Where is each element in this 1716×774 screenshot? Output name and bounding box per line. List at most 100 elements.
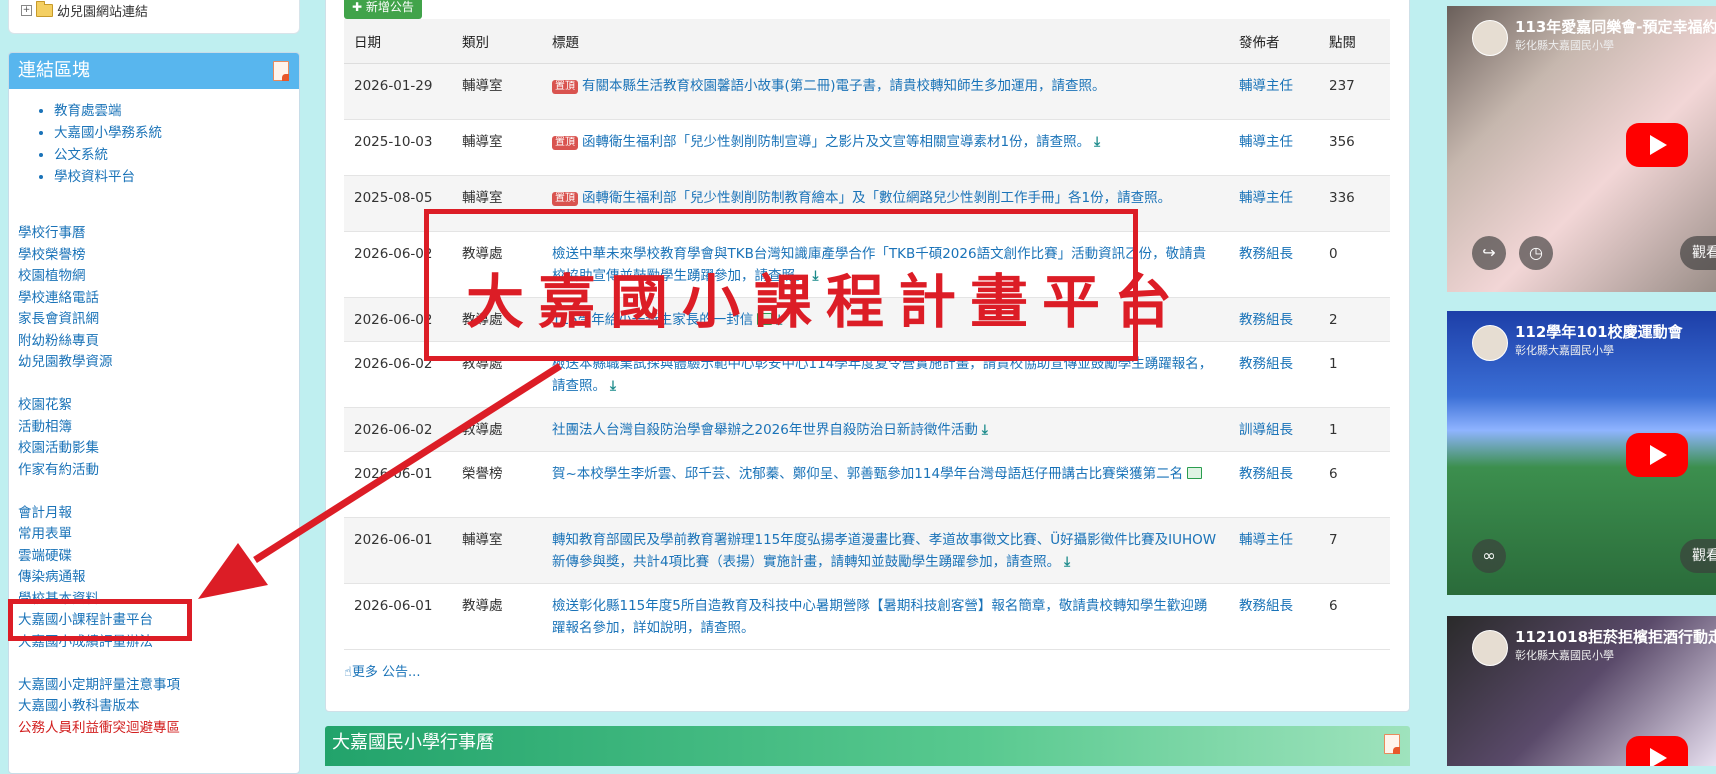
row-clicks: 336 xyxy=(1319,175,1390,232)
link-icon[interactable]: ∞ xyxy=(1472,539,1506,573)
row-title-link[interactable]: 檢送彰化縣115年度5所自造教育及科技中心暑期營隊【暑期科技創客營】報名簡章，敬… xyxy=(552,598,1207,636)
bullet-link[interactable]: 學校資料平台 xyxy=(54,166,162,188)
row-title-link[interactable]: 檢送本縣職業試探與體驗示範中心彰安中心114學年度夏令營實施計畫，請貴校協助宣傳… xyxy=(552,356,1212,394)
row-publisher[interactable]: 訓導組長 xyxy=(1239,422,1293,438)
row-title-link[interactable]: 轉知教育部國民及學前教育署辦理115年度弘揚孝道漫畫比賽、孝道故事徵文比賽、Ü好… xyxy=(552,532,1216,570)
row-publisher[interactable]: 教務組長 xyxy=(1239,356,1293,372)
link-honor-roll[interactable]: 學校榮譽榜 xyxy=(18,245,180,267)
row-publisher[interactable]: 教務組長 xyxy=(1239,598,1293,614)
row-title-link[interactable]: 社團法人台灣自殺防治學會舉辦之2026年世界自殺防治日新詩徵件活動 xyxy=(552,422,978,438)
row-publisher-cell: 教務組長 xyxy=(1229,451,1319,518)
download-icon[interactable]: ⤓ xyxy=(982,422,988,438)
watch-later-icon[interactable]: ◷ xyxy=(1519,236,1553,270)
row-title-cell: 置頂 有關本縣生活教育校園馨語小故事(第二冊)電子書，請貴校轉知師生多加運用，請查… xyxy=(542,63,1229,120)
download-icon[interactable]: ⤓ xyxy=(610,378,616,394)
channel-avatar[interactable] xyxy=(1472,325,1508,361)
channel-avatar[interactable] xyxy=(1472,20,1508,56)
kindergarten-tree-box: + 幼兒園網站連結 xyxy=(8,0,300,34)
link-conflict-of-interest[interactable]: 公務人員利益衝突迴避專區 xyxy=(18,718,180,740)
video-title[interactable]: 113年愛嘉同樂會-預定幸福約 xyxy=(1515,16,1716,37)
youtube-play-icon[interactable] xyxy=(1626,123,1688,167)
row-publisher-cell: 輔導主任 xyxy=(1229,119,1319,176)
share-icon[interactable]: ↪ xyxy=(1472,236,1506,270)
header-date: 日期 xyxy=(344,19,452,64)
folder-icon xyxy=(36,1,53,17)
link-exam-notes[interactable]: 大嘉國小定期評量注意事項 xyxy=(18,675,180,697)
bullet-link-text[interactable]: 學校資料平台 xyxy=(54,169,135,185)
youtube-play-icon[interactable] xyxy=(1626,736,1688,766)
row-title-cell: 置頂 函轉衛生福利部「兒少性剝削防制宣導」之影片及文宣等相關宣導素材1份，請查照。… xyxy=(542,119,1229,176)
row-publisher-cell: 輔導主任 xyxy=(1229,517,1319,584)
row-clicks: 6 xyxy=(1319,583,1390,650)
link-author-event[interactable]: 作家有約活動 xyxy=(18,460,180,482)
pinned-badge: 置頂 xyxy=(552,80,578,94)
row-publisher[interactable]: 教務組長 xyxy=(1239,466,1293,482)
bullet-link-text[interactable]: 公文系統 xyxy=(54,147,108,163)
video-embed[interactable]: 1121018拒菸拒檳拒酒行動走 彰化縣大嘉國民小學 xyxy=(1447,616,1716,766)
pinned-badge: 置頂 xyxy=(552,192,578,206)
link-kindergarten-fanpage[interactable]: 附幼粉絲專頁 xyxy=(18,331,180,353)
row-title-link[interactable]: 賀~本校學生李炘雲、邱千芸、沈郁蓁、鄭仰呈、郭善甄參加114學年台灣母語尪仔冊講… xyxy=(552,466,1183,482)
link-kindergarten-resources[interactable]: 幼兒園教學資源 xyxy=(18,352,180,374)
youtube-play-icon[interactable] xyxy=(1626,433,1688,477)
row-publisher[interactable]: 輔導主任 xyxy=(1239,78,1293,94)
bullet-link-text[interactable]: 大嘉國小學務系統 xyxy=(54,125,162,141)
link-photo-album[interactable]: 活動相簿 xyxy=(18,417,180,439)
video-title[interactable]: 112學年101校慶運動會 xyxy=(1515,321,1683,342)
bullet-link[interactable]: 公文系統 xyxy=(54,144,162,166)
row-publisher[interactable]: 教務組長 xyxy=(1239,312,1293,328)
watch-on-youtube-button[interactable]: 觀看平 xyxy=(1680,539,1716,573)
plus-icon: ✚ xyxy=(352,0,363,14)
link-school-calendar[interactable]: 學校行事曆 xyxy=(18,223,180,245)
rss-document-icon[interactable] xyxy=(1384,734,1400,754)
add-announcement-button[interactable]: ✚ 新增公告 xyxy=(344,0,422,19)
more-announcements-link[interactable]: ☝更多 公告... xyxy=(344,661,420,680)
link-campus-highlights[interactable]: 校園花絮 xyxy=(18,395,180,417)
download-icon[interactable]: ⤓ xyxy=(1094,134,1100,150)
bullet-link[interactable]: 大嘉國小學務系統 xyxy=(54,122,162,144)
video-embed[interactable]: 112學年101校慶運動會 彰化縣大嘉國民小學 ∞ 觀看平 xyxy=(1447,311,1716,595)
link-campus-videos[interactable]: 校園活動影集 xyxy=(18,438,180,460)
row-title-link[interactable]: 函轉衛生福利部「兒少性剝削防制教育繪本」及「數位網路兒少性剝削工作手冊」各1份，… xyxy=(582,190,1171,206)
download-icon[interactable]: ⤓ xyxy=(1064,554,1070,570)
link-accounting-report[interactable]: 會計月報 xyxy=(18,503,180,525)
watch-on-youtube-button[interactable]: 觀看平 xyxy=(1680,236,1716,270)
bullet-link-text[interactable]: 教育處雲端 xyxy=(54,103,122,119)
pinned-badge: 置頂 xyxy=(552,136,578,150)
table-row: 2026-06-01 榮譽榜 賀~本校學生李炘雲、邱千芸、沈郁蓁、鄭仰呈、郭善甄… xyxy=(344,451,1390,518)
row-publisher[interactable]: 輔導主任 xyxy=(1239,532,1293,548)
video-channel[interactable]: 彰化縣大嘉國民小學 xyxy=(1515,647,1614,663)
table-row: 2026-06-02 教導處 社團法人台灣自殺防治學會舉辦之2026年世界自殺防… xyxy=(344,407,1390,452)
video-title[interactable]: 1121018拒菸拒檳拒酒行動走 xyxy=(1515,626,1716,647)
channel-avatar[interactable] xyxy=(1472,630,1508,666)
row-publisher[interactable]: 教務組長 xyxy=(1239,246,1293,262)
link-contact-phone[interactable]: 學校連絡電話 xyxy=(18,288,180,310)
annotation-callout-text: 大嘉國小課程計畫平台 xyxy=(466,268,1187,336)
row-publisher[interactable]: 輔導主任 xyxy=(1239,134,1293,150)
row-publisher[interactable]: 輔導主任 xyxy=(1239,190,1293,206)
table-row: 2026-06-01 輔導室 轉知教育部國民及學前教育署辦理115年度弘揚孝道漫… xyxy=(344,517,1390,584)
add-announcement-label: 新增公告 xyxy=(365,0,414,14)
link-textbook-versions[interactable]: 大嘉國小教科書版本 xyxy=(18,696,180,718)
rss-document-icon[interactable] xyxy=(273,61,289,81)
bullet-link[interactable]: 教育處雲端 xyxy=(54,100,162,122)
video-channel[interactable]: 彰化縣大嘉國民小學 xyxy=(1515,342,1614,358)
link-campus-plants[interactable]: 校園植物網 xyxy=(18,266,180,288)
video-embed[interactable]: 113年愛嘉同樂會-預定幸福約 彰化縣大嘉國民小學 ↪ ◷ 觀看平 xyxy=(1447,6,1716,292)
image-icon[interactable] xyxy=(1187,467,1203,479)
row-date: 2025-10-03 xyxy=(344,119,452,176)
link-parents-association[interactable]: 家長會資訊網 xyxy=(18,309,180,331)
tree-node-kindergarten[interactable]: + 幼兒園網站連結 xyxy=(21,1,148,20)
row-title-link[interactable]: 函轉衛生福利部「兒少性剝削防制宣導」之影片及文宣等相關宣導素材1份，請查照。 xyxy=(582,134,1090,150)
watch-on-youtube-label: 觀看平 xyxy=(1692,245,1716,261)
link-cloud-drive[interactable]: 雲端硬碟 xyxy=(18,546,180,568)
row-publisher-cell: 教務組長 xyxy=(1229,583,1319,650)
link-disease-report[interactable]: 傳染病通報 xyxy=(18,567,180,589)
row-publisher-cell: 輔導主任 xyxy=(1229,63,1319,120)
video-channel[interactable]: 彰化縣大嘉國民小學 xyxy=(1515,37,1614,53)
annotation-highlight-box xyxy=(8,599,192,641)
link-common-forms[interactable]: 常用表單 xyxy=(18,524,180,546)
row-title-link[interactable]: 有關本縣生活教育校園馨語小故事(第二冊)電子書，請貴校轉知師生多加運用，請查照。 xyxy=(582,78,1106,94)
expand-icon[interactable]: + xyxy=(21,5,32,16)
tree-node-label: 幼兒園網站連結 xyxy=(57,5,149,20)
